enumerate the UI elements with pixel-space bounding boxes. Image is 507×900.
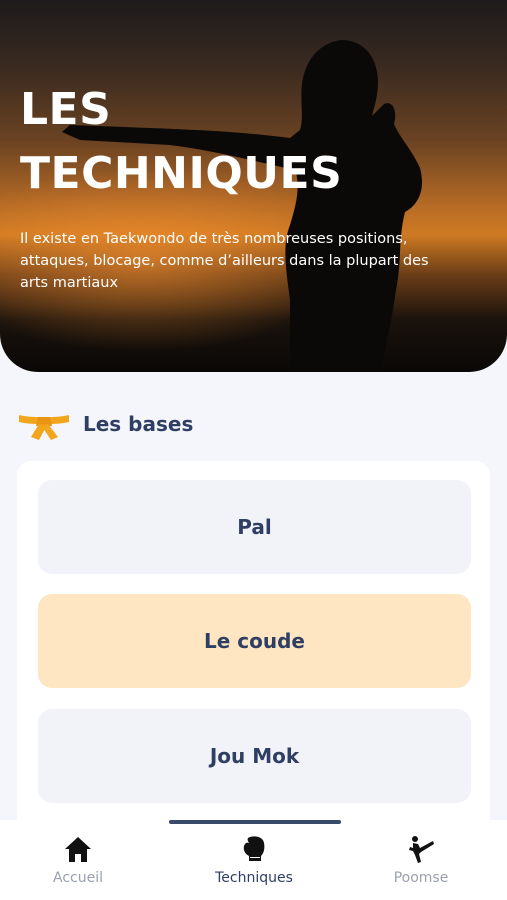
page-title: LES TECHNIQUES — [20, 84, 343, 199]
tab-label: Poomse — [393, 870, 449, 886]
tab-accueil[interactable]: Accueil — [18, 834, 138, 894]
section-header: Les bases — [17, 405, 193, 443]
techniques-list: Pal Le coude Jou Mok — [17, 461, 490, 841]
section-title: Les bases — [83, 412, 194, 436]
yellow-belt-icon — [19, 415, 69, 440]
tab-label: Techniques — [215, 870, 293, 886]
tab-poomse[interactable]: Poomse — [361, 834, 481, 894]
technique-item-jou-mok[interactable]: Jou Mok — [38, 709, 471, 803]
page-description: Il existe en Taekwondo de très nombreuse… — [20, 231, 429, 291]
boxing-glove-icon — [243, 836, 265, 861]
tab-techniques[interactable]: Techniques — [194, 834, 314, 894]
hero-banner: LES TECHNIQUES Il existe en Taekwondo de… — [0, 0, 507, 372]
home-icon — [65, 837, 91, 862]
active-tab-indicator — [169, 820, 341, 824]
technique-item-le-coude[interactable]: Le coude — [38, 594, 471, 688]
bottom-tab-bar: Accueil Techniques Poomse — [0, 820, 507, 900]
kick-icon — [409, 836, 434, 863]
tab-label: Accueil — [53, 870, 103, 886]
technique-item-pal[interactable]: Pal — [38, 480, 471, 574]
